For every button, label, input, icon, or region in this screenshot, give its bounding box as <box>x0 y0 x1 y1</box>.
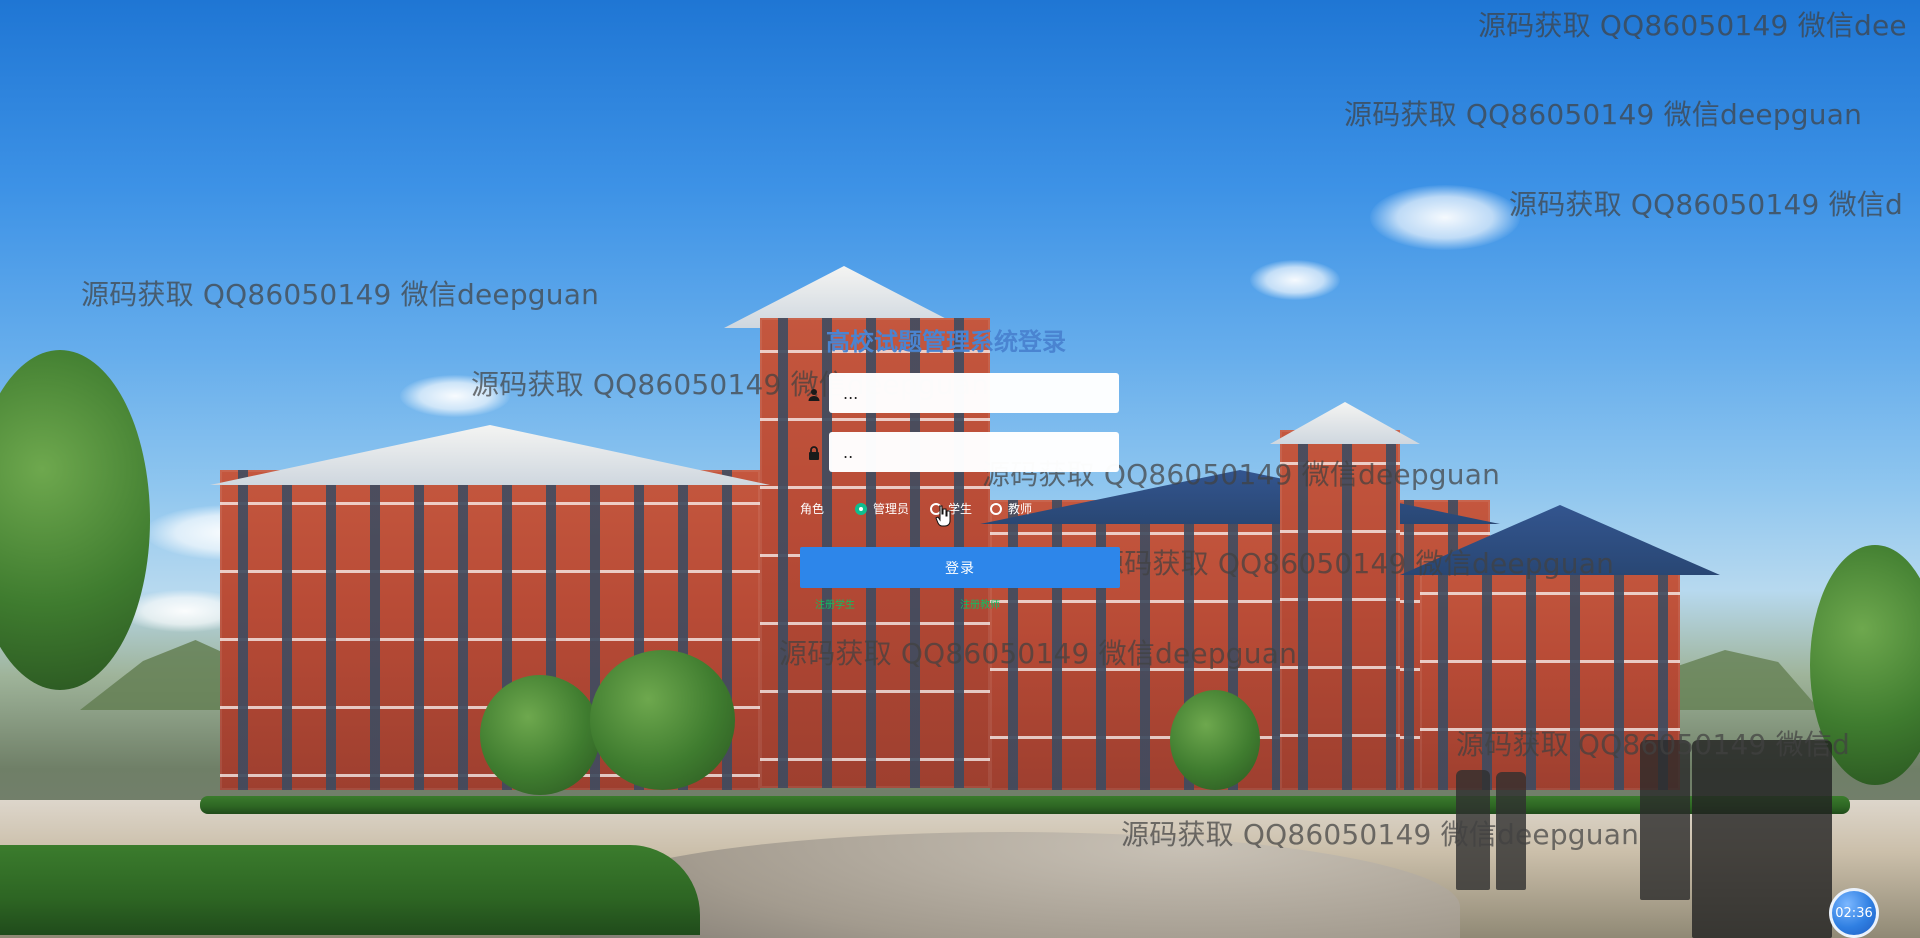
role-teacher-option[interactable]: 教师 <box>990 500 1032 517</box>
password-input[interactable] <box>841 441 1107 463</box>
tree-center-left <box>480 675 600 795</box>
register-teacher-link[interactable]: 注册教师 <box>960 596 1000 611</box>
login-button[interactable]: 登录 <box>800 547 1120 588</box>
watermark-text: 源码获取 QQ86050149 微信deepguan <box>1344 98 1863 131</box>
watermark-text: 源码获取 QQ86050149 微信d <box>1509 188 1903 221</box>
person <box>1692 740 1832 938</box>
right-roof <box>980 470 1500 524</box>
radio-unchecked-icon <box>990 502 1002 515</box>
timer-badge: 02:36 <box>1829 888 1879 938</box>
tower-right <box>1280 430 1400 790</box>
person <box>1496 772 1526 890</box>
login-screen: 源码获取 QQ86050149 微信dee 源码获取 QQ86050149 微信… <box>0 0 1920 938</box>
tree-center <box>590 650 735 790</box>
username-input[interactable] <box>841 382 1107 404</box>
tree-left <box>0 350 150 690</box>
hedge-back <box>200 796 1850 814</box>
login-title: 高校试题管理系统登录 <box>826 328 1066 356</box>
sky-cloud <box>1370 185 1520 250</box>
role-label: 角色 <box>800 502 825 516</box>
sky-cloud <box>1250 260 1340 300</box>
lock-icon <box>809 446 819 460</box>
left-roof <box>210 425 770 485</box>
register-student-link[interactable]: 注册学生 <box>815 596 855 611</box>
person <box>1640 740 1690 900</box>
role-admin-label: 管理员 <box>873 502 910 516</box>
sky-cloud <box>400 375 510 417</box>
tower-right-roof <box>1270 402 1420 444</box>
watermark-text: 源码获取 QQ86050149 微信dee <box>1478 9 1907 42</box>
username-field[interactable] <box>829 373 1119 413</box>
radio-checked-icon <box>855 502 867 515</box>
person <box>1456 770 1490 890</box>
tree-right-center <box>1170 690 1260 790</box>
role-admin-option[interactable]: 管理员 <box>855 500 909 517</box>
user-icon <box>808 389 820 401</box>
pointer-cursor-icon <box>935 505 951 527</box>
watermark-text: 源码获取 QQ86050149 微信deepguan <box>81 278 600 311</box>
hedge-left <box>0 845 700 935</box>
role-teacher-label: 教师 <box>1008 502 1033 516</box>
password-field[interactable] <box>829 432 1119 472</box>
